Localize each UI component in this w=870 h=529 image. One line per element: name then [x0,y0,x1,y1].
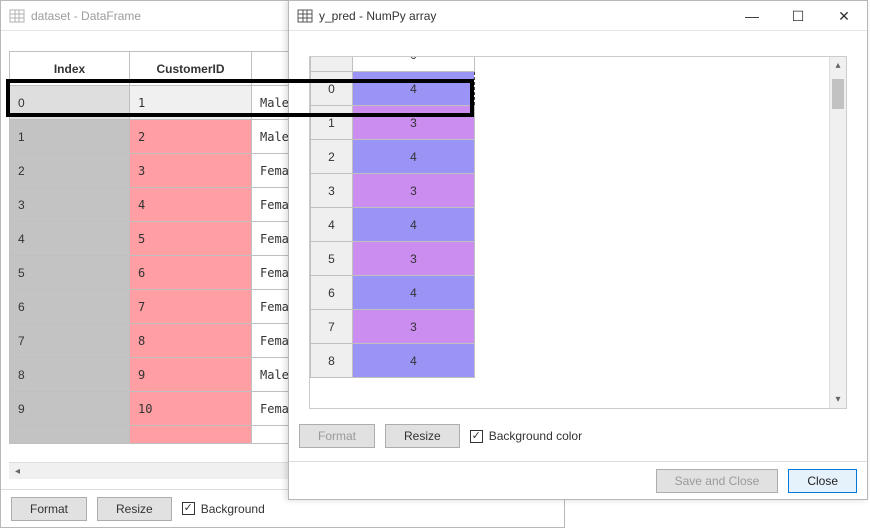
cell-customerid[interactable]: 10 [130,392,252,426]
maximize-button[interactable]: ☐ [775,1,821,30]
ypred-value-cell[interactable]: 4 [353,208,475,242]
ypred-row-idx: 3 [311,174,353,208]
cell-customerid[interactable]: 6 [130,256,252,290]
save-close-button: Save and Close [656,469,779,493]
close-button[interactable]: ✕ [821,1,867,30]
scroll-down-arrow[interactable]: ▾ [830,391,846,408]
ypred-row-idx: 8 [311,344,353,378]
ypred-footer: Format Resize ✓Background color [289,417,867,455]
cell-index[interactable]: 0 [10,86,130,120]
scroll-left-arrow[interactable]: ◂ [9,463,26,479]
cell-index[interactable]: 2 [10,154,130,188]
bgcolor-checkbox[interactable]: ✓Background color [470,429,582,443]
ypred-title: y_pred - NumPy array [319,9,436,23]
cell-index[interactable]: 4 [10,222,130,256]
ypred-value-cell[interactable]: 3 [353,174,475,208]
ypred-row-idx: 2 [311,140,353,174]
col-customerid[interactable]: CustomerID [130,52,252,86]
format-button[interactable]: Format [11,497,87,521]
cell-customerid[interactable]: 9 [130,358,252,392]
minimize-button[interactable]: — [729,1,775,30]
format-button: Format [299,424,375,448]
resize-button[interactable]: Resize [385,424,460,448]
cell-customerid[interactable]: 8 [130,324,252,358]
ypred-value-cell[interactable]: 4 [353,276,475,310]
ypred-table[interactable]: 0 041324334453647384 [310,56,475,378]
ypred-value-cell[interactable]: 3 [353,106,475,140]
table-row[interactable]: 64 [311,276,475,310]
table-icon [9,8,25,24]
resize-button[interactable]: Resize [97,497,172,521]
table-row[interactable]: 44 [311,208,475,242]
ypred-value-cell[interactable]: 4 [353,72,475,106]
cell-index[interactable]: 5 [10,256,130,290]
ypred-row-idx: 0 [311,72,353,106]
ypred-row-idx: 5 [311,242,353,276]
table-row[interactable]: 24 [311,140,475,174]
cell-customerid[interactable]: 1 [130,86,252,120]
cell-index[interactable]: 1 [10,120,130,154]
scroll-thumb[interactable] [832,79,844,109]
col-index[interactable]: Index [10,52,130,86]
ypred-vertical-scrollbar[interactable]: ▴ ▾ [829,57,846,408]
table-row[interactable]: 53 [311,242,475,276]
cell-index[interactable]: 6 [10,290,130,324]
ypred-footer2: Save and Close Close [289,461,867,499]
close-dialog-button[interactable]: Close [788,469,857,493]
cell-customerid[interactable]: 7 [130,290,252,324]
cell-customerid[interactable]: 4 [130,188,252,222]
cell-index[interactable]: 9 [10,392,130,426]
ypred-row-idx: 1 [311,106,353,140]
bgcolor-checkbox[interactable]: ✓Background [182,502,265,516]
ypred-value-cell[interactable]: 0 [353,56,475,72]
dataset-title: dataset - DataFrame [31,9,141,23]
table-row[interactable]: 13 [311,106,475,140]
ypred-row-idx: 6 [311,276,353,310]
ypred-row-idx: 7 [311,310,353,344]
table-icon [297,8,313,24]
cell-customerid[interactable]: 3 [130,154,252,188]
cell-customerid[interactable]: 2 [130,120,252,154]
cell-index[interactable]: 3 [10,188,130,222]
ypred-row-idx: 4 [311,208,353,242]
cell-index[interactable]: 8 [10,358,130,392]
cell-index[interactable]: 7 [10,324,130,358]
ypred-window: y_pred - NumPy array — ☐ ✕ ▴ ▾ 0 0413243… [288,0,868,500]
ypred-row-idx [311,56,353,72]
cell-customerid[interactable]: 5 [130,222,252,256]
ypred-value-cell[interactable]: 3 [353,242,475,276]
ypred-value-cell[interactable]: 3 [353,310,475,344]
table-row[interactable]: 84 [311,344,475,378]
ypred-titlebar[interactable]: y_pred - NumPy array — ☐ ✕ [289,1,867,31]
table-row[interactable]: 33 [311,174,475,208]
ypred-value-cell[interactable]: 4 [353,140,475,174]
scroll-up-arrow[interactable]: ▴ [830,57,846,74]
table-row[interactable]: 04 [311,72,475,106]
ypred-value-cell[interactable]: 4 [353,344,475,378]
table-row[interactable]: 73 [311,310,475,344]
